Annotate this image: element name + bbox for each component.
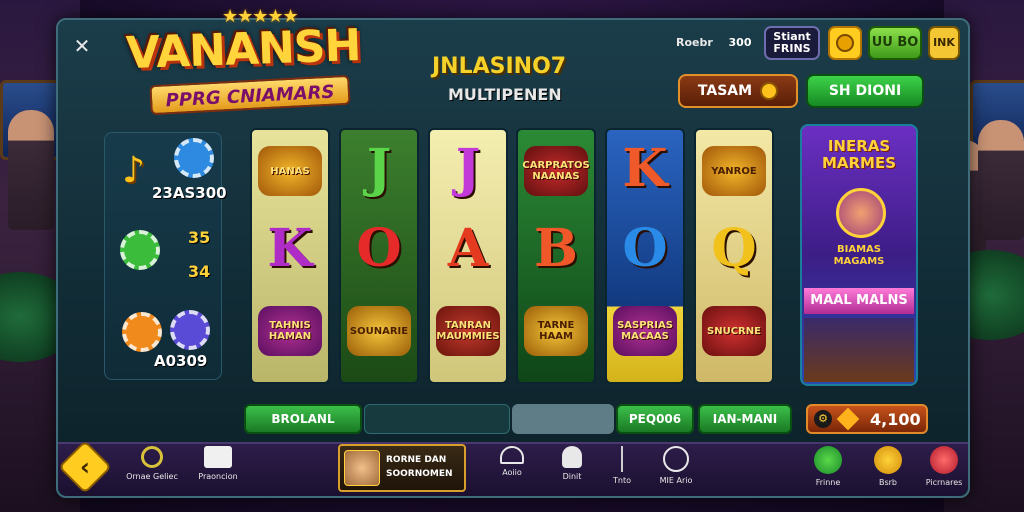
mascot-icon: [562, 446, 582, 468]
symbol-letter: O: [622, 218, 668, 279]
settings-icon[interactable]: ⚙: [814, 410, 832, 428]
symbol-badge: TANRAN MAUMMIES: [436, 306, 500, 356]
symbol-badge: SNUCRNE: [702, 306, 766, 356]
nav-label: MIE Ario: [659, 476, 693, 485]
nav-item-frinne[interactable]: Frinne: [798, 446, 858, 494]
nav-label: Bsrb: [878, 478, 898, 487]
promo-banner: MAAL MALNS: [804, 288, 914, 314]
symbol-letter: A: [447, 218, 489, 279]
symbol-badge: SOUNARIE: [347, 306, 411, 356]
promo-subtitle: BIAMAS MAGAMS: [833, 244, 885, 267]
nav-label: Ornae Geliec: [126, 472, 178, 481]
nav-label: Picrnares: [925, 478, 963, 487]
player-right-2: [978, 120, 1024, 240]
symbol-letter: J: [366, 138, 392, 199]
bet-amount-button[interactable]: PEQ006: [616, 404, 694, 434]
promo-title: INERAS MARMES: [821, 137, 897, 172]
nav-item-aoiio[interactable]: Aoiio: [482, 446, 542, 494]
chip-green-icon: [120, 230, 160, 270]
smiley-icon: [874, 446, 902, 474]
stat-mid-value-1: 35: [188, 228, 211, 247]
player-label: Roebr: [676, 36, 713, 49]
symbol-badge: YANROE: [702, 146, 766, 196]
symbol-badge: CARPRATOS NAANAS: [522, 146, 590, 196]
spin-progress-track: [364, 404, 510, 434]
symbol-letter: B: [534, 218, 578, 279]
profile-line-1: RORNE DAN: [386, 455, 447, 465]
logo-title: VANANSH: [125, 20, 362, 80]
nav-item-bsrb[interactable]: Bsrb: [858, 446, 918, 494]
stat-bottom-value: A0309: [154, 352, 208, 370]
promo-panel[interactable]: INERAS MARMES BIAMAS MAGAMS MAAL MALNS: [800, 124, 918, 386]
nav-label: Praoncion: [198, 472, 238, 481]
chip-orange-icon: [122, 312, 162, 352]
nav-item-tnto[interactable]: Tnto: [592, 446, 652, 494]
gem-icon: [836, 407, 860, 431]
win-pill[interactable]: SH DIONI: [806, 74, 924, 108]
nav-item-picrnares[interactable]: Picrnares: [914, 446, 974, 494]
nav-item-praoncion[interactable]: Praoncion: [188, 446, 248, 494]
divider-icon: [621, 446, 623, 472]
smart-button[interactable]: Stiant FRINS: [764, 26, 820, 60]
chip-purple-icon: [170, 310, 210, 350]
coin-icon: [760, 82, 779, 100]
nav-item-mie-ario[interactable]: MIE Ario: [646, 446, 706, 494]
promo-photo: [804, 318, 914, 382]
balance-display: ⚙ 4,100: [806, 404, 928, 434]
bet-pill[interactable]: TASAM: [678, 74, 798, 108]
bet-pill-label: TASAM: [697, 83, 753, 99]
symbol-letter: O: [356, 218, 402, 279]
spin-progress-gap: [512, 404, 614, 434]
back-arrow-glyph: ‹: [80, 453, 90, 481]
auto-spin-button[interactable]: BROLANL: [244, 404, 362, 434]
symbol-letter: J: [455, 138, 481, 199]
coin-icon: [836, 34, 854, 52]
profile-avatar: [344, 450, 380, 486]
speedometer-icon: [663, 446, 689, 472]
wallet-icon: [204, 446, 232, 468]
symbol-badge: TAHNIS HAMAN: [258, 306, 322, 356]
stat-top-value: 23AS300: [152, 184, 227, 202]
profile-card[interactable]: RORNE DAN SOORNOMEN: [338, 444, 466, 492]
credits-value: 300: [728, 36, 752, 49]
max-bet-button[interactable]: IAN-MANI: [698, 404, 792, 434]
music-note-icon: ♪: [122, 150, 145, 191]
symbol-letter: K: [267, 218, 313, 279]
game-title: JNLASINO7: [432, 54, 567, 79]
promo-character: [836, 188, 886, 238]
spiral-icon: [141, 446, 163, 468]
symbol-letter: K: [622, 138, 668, 199]
gauge-icon: [500, 446, 524, 464]
ink-button[interactable]: INK: [928, 26, 960, 60]
nav-label: Aoiio: [502, 468, 522, 477]
green-balance-button[interactable]: UU BO: [868, 26, 922, 60]
profile-line-2: SOORNOMEN: [386, 469, 453, 479]
game-subtitle: MULTIPENEN: [448, 85, 562, 104]
balance-value: 4,100: [870, 409, 921, 429]
chip-blue-icon: [174, 138, 214, 178]
coin-button[interactable]: [828, 26, 862, 60]
stat-mid-value-2: 34: [188, 262, 211, 281]
gift-icon: [930, 446, 958, 474]
symbol-badge: TARNE HAAM: [524, 306, 588, 356]
symbol-badge: SASPRIAS MACAAS: [613, 306, 677, 356]
nav-item-ornae[interactable]: Ornae Geliec: [122, 446, 182, 494]
nav-label: Frinne: [815, 478, 841, 487]
symbol-badge: HANAS: [258, 146, 322, 196]
chat-icon: [814, 446, 842, 474]
nav-label: Tnto: [613, 476, 631, 485]
player-left: [8, 110, 54, 230]
close-icon[interactable]: ✕: [70, 34, 94, 58]
symbol-letter: Q: [711, 218, 757, 279]
